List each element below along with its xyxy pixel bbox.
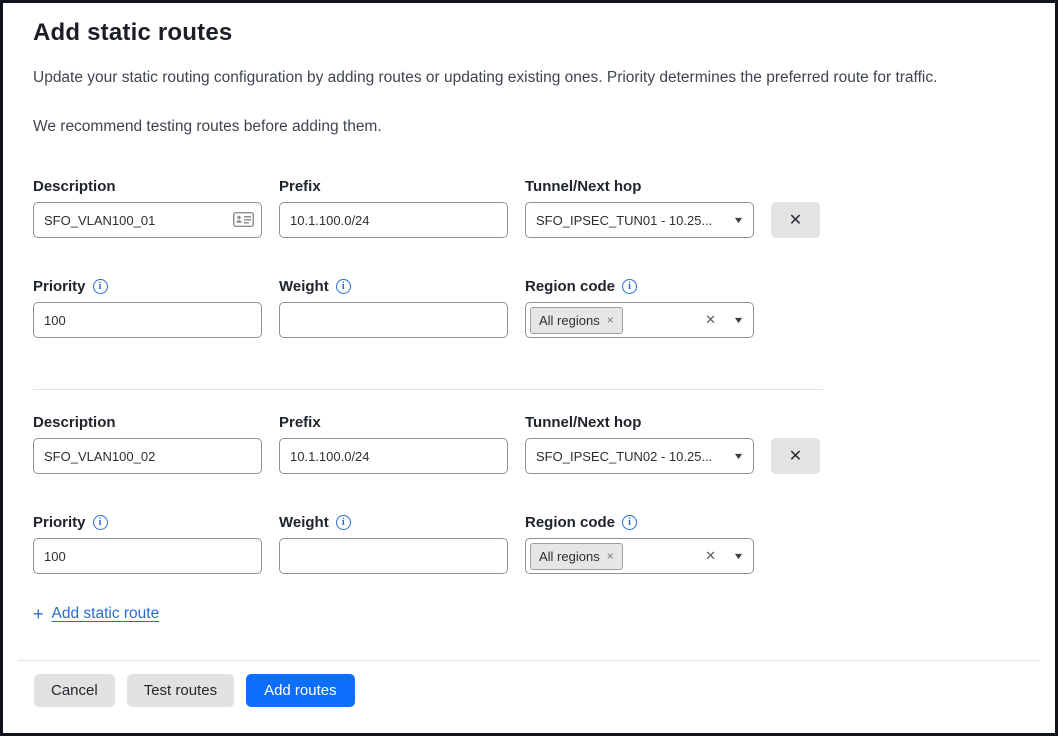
region-multiselect[interactable]: All regions × ✕ ▼ [525,538,754,574]
info-icon[interactable]: i [336,515,351,530]
region-chip: All regions × [530,543,623,570]
tunnel-label-text: Tunnel/Next hop [525,178,641,195]
region-code-label: Region code i [525,512,754,532]
chip-remove-x-icon[interactable]: × [607,314,614,326]
clear-selection-x-icon[interactable]: ✕ [705,312,716,328]
route-2-tunnel-field: Tunnel/Next hop SFO_IPSEC_TUN02 - 10.25.… [525,412,754,474]
weight-label: Weight i [279,512,508,532]
weight-input[interactable] [279,538,508,574]
chip-remove-x-icon[interactable]: × [607,550,614,562]
route-entry-2: Description Prefix Tunnel/Next hop SFO_I… [33,412,1025,574]
cancel-button[interactable]: Cancel [34,674,115,707]
info-icon[interactable]: i [336,279,351,294]
description-label-text: Description [33,178,116,195]
description-label: Description [33,176,262,196]
page-title: Add static routes [33,19,1025,47]
info-icon[interactable]: i [622,279,637,294]
region-label-text: Region code [525,278,615,295]
chevron-down-icon: ▼ [733,551,745,561]
prefix-label-text: Prefix [279,178,321,195]
add-routes-button[interactable]: Add routes [246,674,355,707]
chevron-down-icon: ▼ [733,451,745,461]
remove-route-x-icon: ✕ [789,446,802,466]
route-1-prefix-field: Prefix [279,176,508,238]
route-1-tunnel-field: Tunnel/Next hop SFO_IPSEC_TUN01 - 10.25.… [525,176,754,238]
route-2-weight-field: Weight i [279,512,508,574]
remove-route-button[interactable]: ✕ [771,202,820,238]
route-1-region-field: Region code i All regions × ✕ ▼ [525,276,754,338]
footer-button-bar: Cancel Test routes Add routes [3,661,1055,707]
prefix-label: Prefix [279,412,508,432]
weight-label: Weight i [279,276,508,296]
description-input[interactable] [33,202,262,238]
chevron-down-icon: ▼ [733,215,745,225]
tunnel-select[interactable]: SFO_IPSEC_TUN01 - 10.25... ▼ [525,202,754,238]
route-2-description-field: Description [33,412,262,474]
tunnel-next-hop-label: Tunnel/Next hop [525,176,754,196]
info-icon[interactable]: i [622,515,637,530]
route-2-main-row: Description Prefix Tunnel/Next hop SFO_I… [33,412,1025,474]
remove-route-button[interactable]: ✕ [771,438,820,474]
contact-card-icon [233,212,254,227]
region-chip-label: All regions [539,549,600,564]
description-label: Description [33,412,262,432]
priority-input[interactable] [33,538,262,574]
route-entry-1: Description Prefix [33,176,1025,338]
route-1-main-row: Description Prefix [33,176,1025,238]
remove-route-x-icon: ✕ [789,210,802,230]
priority-label: Priority i [33,276,262,296]
route-2-region-field: Region code i All regions × ✕ ▼ [525,512,754,574]
region-label-text: Region code [525,514,615,531]
weight-label-text: Weight [279,514,329,531]
plus-icon: + [33,605,44,623]
region-chip: All regions × [530,307,623,334]
info-icon[interactable]: i [93,515,108,530]
prefix-label-text: Prefix [279,414,321,431]
tunnel-selected-value: SFO_IPSEC_TUN01 - 10.25... [536,213,728,228]
priority-label-text: Priority [33,278,86,295]
region-code-label: Region code i [525,276,754,296]
route-2-prefix-field: Prefix [279,412,508,474]
test-routes-button[interactable]: Test routes [127,674,234,707]
tunnel-next-hop-label: Tunnel/Next hop [525,412,754,432]
weight-label-text: Weight [279,278,329,295]
priority-input[interactable] [33,302,262,338]
route-1-weight-field: Weight i [279,276,508,338]
add-static-route-link[interactable]: Add static route [52,605,160,623]
weight-input[interactable] [279,302,508,338]
tunnel-label-text: Tunnel/Next hop [525,414,641,431]
prefix-input[interactable] [279,202,508,238]
dialog-recommendation: We recommend testing routes before addin… [33,118,1025,136]
region-chip-label: All regions [539,313,600,328]
tunnel-select[interactable]: SFO_IPSEC_TUN02 - 10.25... ▼ [525,438,754,474]
route-2-secondary-row: Priority i Weight i Region code i [33,512,1025,574]
dialog-description: Update your static routing configuration… [33,69,1025,87]
description-input[interactable] [33,438,262,474]
add-static-routes-dialog: Add static routes Update your static rou… [3,19,1055,623]
prefix-label: Prefix [279,176,508,196]
region-multiselect[interactable]: All regions × ✕ ▼ [525,302,754,338]
route-2-priority-field: Priority i [33,512,262,574]
route-1-secondary-row: Priority i Weight i Region code i [33,276,1025,338]
add-static-route-row: + Add static route [33,605,1025,623]
tunnel-selected-value: SFO_IPSEC_TUN02 - 10.25... [536,449,728,464]
prefix-input[interactable] [279,438,508,474]
priority-label: Priority i [33,512,262,532]
clear-selection-x-icon[interactable]: ✕ [705,548,716,564]
route-1-description-field: Description [33,176,262,238]
priority-label-text: Priority [33,514,86,531]
chevron-down-icon: ▼ [733,315,745,325]
description-label-text: Description [33,414,116,431]
info-icon[interactable]: i [93,279,108,294]
route-1-priority-field: Priority i [33,276,262,338]
route-divider [33,389,823,390]
